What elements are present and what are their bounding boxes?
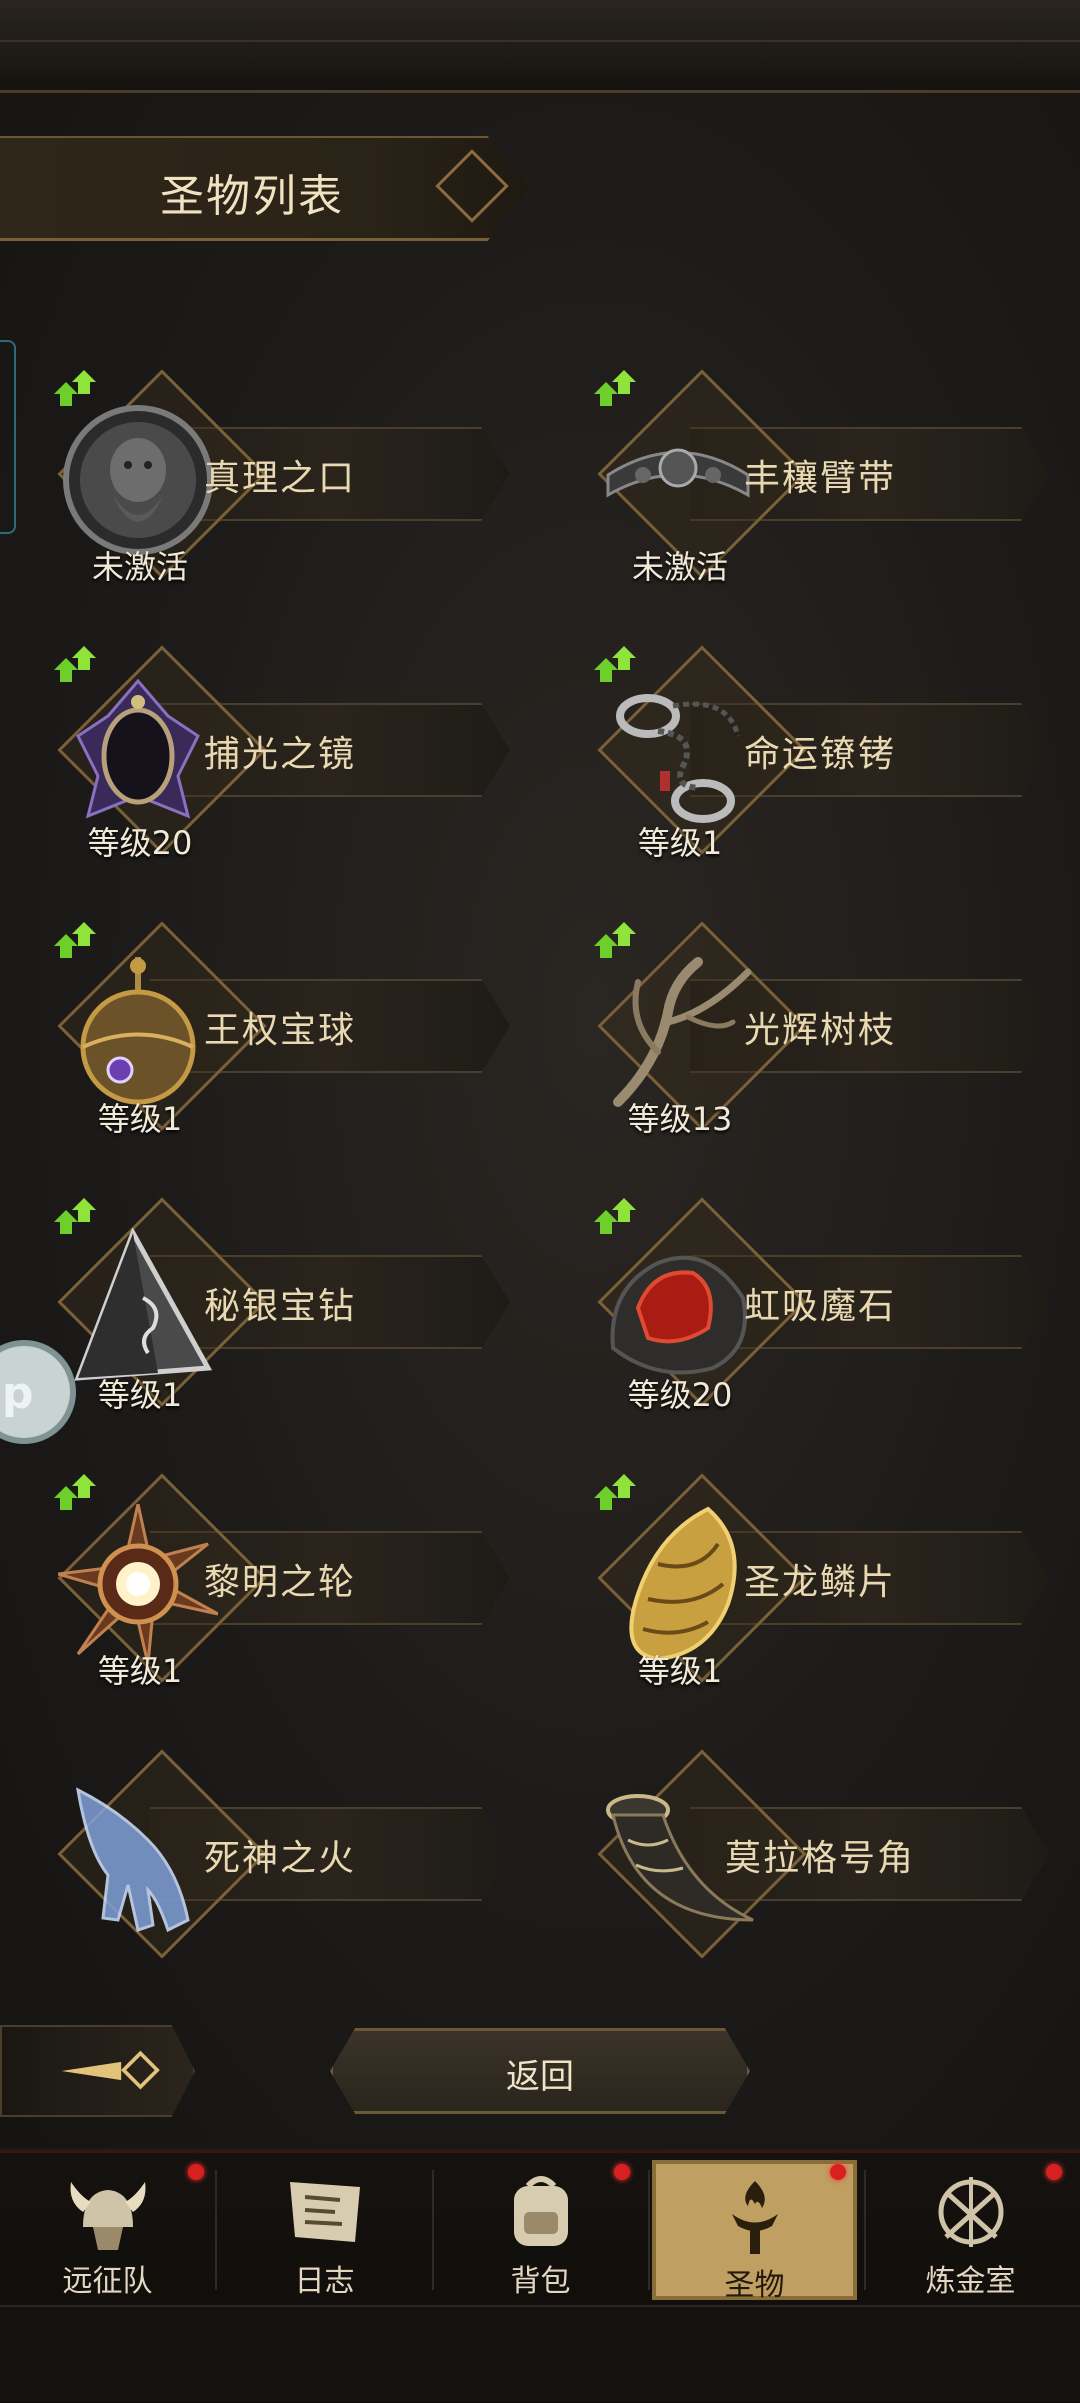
relic-name: 黎明之轮 xyxy=(203,1562,356,1603)
relic-name: 圣龙鳞片 xyxy=(743,1562,896,1603)
arrow-left-icon xyxy=(61,2050,160,2090)
relic-level: 等级1 xyxy=(637,1652,723,1690)
relic-card[interactable]: 圣龙鳞片 等级1 xyxy=(540,1466,1060,1690)
relic-level: 未激活 xyxy=(91,548,188,586)
nav-divider xyxy=(215,2170,217,2290)
upgrade-arrow-icon xyxy=(594,922,636,958)
upgrade-arrow-icon xyxy=(54,646,96,682)
scroll-icon xyxy=(289,2182,360,2242)
upgrade-arrow-icon xyxy=(54,1474,96,1510)
backpack-icon xyxy=(513,2176,568,2246)
relic-name: 丰穰臂带 xyxy=(743,458,896,499)
relic-level: 未激活 xyxy=(631,548,728,586)
relic-card[interactable]: 虹吸魔石 等级20 xyxy=(540,1190,1060,1414)
relic-level: 等级20 xyxy=(627,1376,733,1414)
notification-badge xyxy=(188,2164,204,2180)
relic-card[interactable]: 真理之口 未激活 xyxy=(0,362,520,586)
upgrade-arrow-icon xyxy=(54,370,96,406)
relic-name: 虹吸魔石 xyxy=(743,1286,896,1327)
notification-badge xyxy=(830,2164,846,2180)
nav-divider xyxy=(648,2170,650,2290)
relic-level: 等级13 xyxy=(627,1100,733,1138)
relic-level: 等级1 xyxy=(97,1100,183,1138)
tab-backpack[interactable]: 背包 xyxy=(438,2160,643,2300)
tab-label: 炼金室 xyxy=(925,2264,1016,2299)
tab-label: 日志 xyxy=(294,2264,355,2299)
upgrade-arrow-icon xyxy=(54,1198,96,1234)
relic-card[interactable]: 捕光之镜 等级20 xyxy=(0,638,520,862)
alchemy-icon xyxy=(938,2177,1003,2247)
tab-label: 背包 xyxy=(510,2264,571,2299)
relic-card[interactable]: 死神之火 xyxy=(0,1742,520,1962)
upgrade-arrow-icon xyxy=(594,370,636,406)
relic-card[interactable]: 黎明之轮 等级1 xyxy=(0,1466,520,1690)
upgrade-arrow-icon xyxy=(54,922,96,958)
viking-helmet-icon xyxy=(70,2182,145,2250)
relic-card[interactable]: 莫拉格号角 xyxy=(540,1742,1060,1962)
relic-name: 莫拉格号角 xyxy=(724,1838,915,1879)
collapse-arrow-tab[interactable] xyxy=(0,2025,195,2117)
relic-level: 等级1 xyxy=(97,1652,183,1690)
nav-divider xyxy=(864,2170,866,2290)
upgrade-arrow-icon xyxy=(594,1474,636,1510)
nav-divider xyxy=(432,2170,434,2290)
relic-level: 等级1 xyxy=(637,824,723,862)
tab-label: 远征队 xyxy=(62,2264,153,2299)
tab-alchemy[interactable]: 炼金室 xyxy=(868,2160,1073,2300)
relic-name: 秘银宝钻 xyxy=(203,1286,356,1327)
relic-level: 等级20 xyxy=(87,824,193,862)
bottom-ornament-strip xyxy=(0,2305,1080,2402)
notification-badge xyxy=(1046,2164,1062,2180)
tab-expedition[interactable]: 远征队 xyxy=(5,2160,210,2300)
relic-card[interactable]: 秘银宝钻 等级1 xyxy=(0,1190,520,1414)
relic-name: 命运镣铐 xyxy=(743,734,896,775)
notification-badge xyxy=(614,2164,630,2180)
bubble-label: p xyxy=(2,1368,34,1419)
relic-grid: 真理之口 未激活 丰穰臂带 未激活 捕光之镜 等级20 命运镣铐 等级1 王权宝… xyxy=(0,0,1080,2000)
relic-name: 死神之火 xyxy=(203,1838,356,1879)
upgrade-arrow-icon xyxy=(594,1198,636,1234)
tab-relics[interactable]: 圣物 xyxy=(652,2160,857,2303)
relic-card[interactable]: 命运镣铐 等级1 xyxy=(540,638,1060,862)
tab-journal[interactable]: 日志 xyxy=(222,2160,427,2300)
relic-card[interactable]: 丰穰臂带 未激活 xyxy=(540,362,1060,586)
upgrade-arrow-icon xyxy=(594,646,636,682)
return-button-label: 返回 xyxy=(506,2057,574,2097)
tab-label: 圣物 xyxy=(724,2268,785,2303)
relic-name: 光辉树枝 xyxy=(743,1010,896,1051)
relic-name: 捕光之镜 xyxy=(203,734,356,775)
relic-name: 王权宝球 xyxy=(203,1010,356,1051)
return-button[interactable]: 返回 xyxy=(330,2028,750,2114)
relic-card[interactable]: 王权宝球 等级1 xyxy=(0,914,520,1138)
relic-card[interactable]: 光辉树枝 等级13 xyxy=(540,914,1060,1138)
relic-name: 真理之口 xyxy=(203,458,356,499)
torch-icon xyxy=(731,2181,778,2254)
